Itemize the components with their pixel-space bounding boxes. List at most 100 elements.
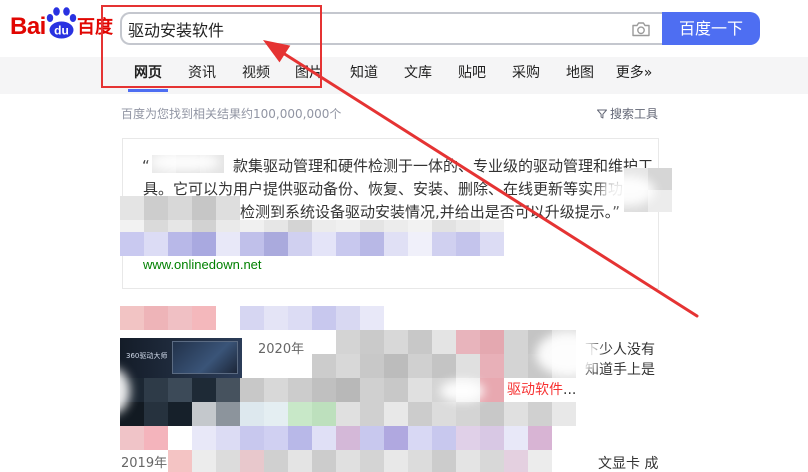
- mosaic-cell: [384, 450, 408, 472]
- mosaic-cell: [120, 306, 144, 330]
- tab-more[interactable]: 更多»: [608, 63, 660, 94]
- mosaic-cell: [288, 426, 312, 450]
- mosaic-cell: [264, 426, 288, 450]
- mosaic-cell: [264, 402, 288, 426]
- snippet-fragment: 知道手上是: [585, 362, 655, 378]
- tab-zhidao[interactable]: 知道: [342, 63, 386, 94]
- mosaic-cell: [336, 426, 360, 450]
- keyword-highlight: 驱动软件: [507, 382, 563, 398]
- mosaic-cell: [144, 402, 168, 426]
- mosaic-cell: [168, 450, 192, 472]
- mosaic-cell: [192, 306, 216, 330]
- search-input[interactable]: [128, 14, 628, 43]
- mosaic-cell: [504, 426, 528, 450]
- paw-toe: [63, 7, 70, 16]
- search-button[interactable]: 百度一下: [662, 12, 760, 45]
- mosaic-cell: [384, 378, 408, 402]
- mosaic-cell: [456, 354, 480, 378]
- snippet-highlight-line: 驱动软件...: [507, 381, 576, 399]
- mosaic-cell: [504, 402, 528, 426]
- mosaic-cell: [240, 426, 264, 450]
- mosaic-cell: [336, 402, 360, 426]
- snippet-fragment: 下少人没有: [585, 342, 655, 358]
- mosaic-cell: [408, 378, 432, 402]
- mosaic-cell: [336, 306, 360, 330]
- mosaic-cell: [432, 402, 456, 426]
- tab-web[interactable]: 网页: [126, 63, 170, 94]
- mosaic-cell: [312, 402, 336, 426]
- mosaic-cell: [144, 378, 168, 402]
- mosaic-cell: [144, 306, 168, 330]
- mosaic-cell: [360, 402, 384, 426]
- mosaic-cell: [240, 450, 264, 472]
- mosaic-cell: [408, 402, 432, 426]
- mosaic-cell: [336, 354, 360, 378]
- funnel-icon: [597, 109, 607, 119]
- mosaic-cell: [528, 330, 552, 354]
- mosaic-cell: [408, 426, 432, 450]
- mosaic-cell: [240, 378, 264, 402]
- snippet-line-3: 检测到系统设备驱动安装情况,并给出是否可以升级提示。”: [240, 203, 621, 221]
- mosaic-cell: [336, 330, 360, 354]
- mosaic-cell: [480, 426, 504, 450]
- mosaic-cell: [288, 402, 312, 426]
- mosaic-cell: [168, 402, 192, 426]
- mosaic-cell: [192, 402, 216, 426]
- paw-toe: [69, 14, 77, 22]
- tab-video[interactable]: 视频: [234, 63, 278, 94]
- logo-text-cn[interactable]: 百度: [77, 16, 113, 40]
- mosaic-cell: [456, 426, 480, 450]
- mosaic-cell: [120, 402, 144, 426]
- search-tools-label: 搜索工具: [610, 107, 659, 121]
- search-tools-button[interactable]: 搜索工具: [597, 106, 661, 122]
- mosaic-cell: [432, 426, 456, 450]
- mosaic-cell: [192, 450, 216, 472]
- mosaic-cell: [456, 402, 480, 426]
- tab-map[interactable]: 地图: [558, 63, 602, 94]
- search-box[interactable]: [120, 12, 663, 45]
- mosaic-cell: [480, 330, 504, 354]
- camera-icon[interactable]: [631, 19, 651, 38]
- mosaic-cell: [240, 306, 264, 330]
- mosaic-cell: [312, 450, 336, 472]
- mosaic-cell: [360, 450, 384, 472]
- tab-wenku[interactable]: 文库: [396, 63, 440, 94]
- mosaic-cell: [168, 426, 192, 450]
- mosaic-cell: [168, 306, 192, 330]
- mosaic-cell: [360, 354, 384, 378]
- mosaic-cell: [432, 330, 456, 354]
- mosaic-cell: [384, 426, 408, 450]
- baidu-paw-icon[interactable]: du: [45, 5, 79, 39]
- mosaic-cell: [264, 450, 288, 472]
- mosaic-cell: [528, 402, 552, 426]
- result-date: 2020年: [258, 342, 305, 357]
- tab-procurement[interactable]: 采购: [504, 63, 548, 94]
- mosaic-cell: [216, 402, 240, 426]
- result-url[interactable]: www.onlinedown.net: [143, 256, 262, 274]
- mosaic-cell: [336, 450, 360, 472]
- logo-text-bai[interactable]: Bai: [10, 12, 46, 42]
- mosaic-cell: [264, 306, 288, 330]
- snippet-open-quote: “: [142, 157, 150, 175]
- mosaic-cell: [288, 378, 312, 402]
- snippet-fragment: 文显卡 成: [598, 456, 659, 472]
- mosaic-cell: [312, 306, 336, 330]
- mosaic-cell: [144, 426, 168, 450]
- mosaic-cell: [552, 354, 576, 378]
- mosaic-cell: [456, 330, 480, 354]
- mosaic-cell: [288, 306, 312, 330]
- tab-news[interactable]: 资讯: [180, 63, 224, 94]
- result-card: “ 款集驱动管理和硬件检测于一体的、专业级的驱动管理和维护工 具。它可以为用户提…: [122, 138, 659, 289]
- mosaic-cell: [336, 378, 360, 402]
- mosaic-cell: [360, 426, 384, 450]
- mosaic-cell: [216, 426, 240, 450]
- mosaic-cell: [120, 378, 144, 402]
- result-thumbnail[interactable]: 360驱动大师: [120, 338, 242, 378]
- mosaic-cell: [456, 450, 480, 472]
- mosaic-cell: [528, 450, 552, 472]
- mosaic-cell: [504, 354, 528, 378]
- tab-images[interactable]: 图片: [287, 63, 331, 94]
- mosaic-cell: [216, 450, 240, 472]
- snippet-line-2: 具。它可以为用户提供驱动备份、恢复、安装、删除、在线更新等实用功能: [143, 180, 639, 198]
- tab-tieba[interactable]: 贴吧: [450, 63, 494, 94]
